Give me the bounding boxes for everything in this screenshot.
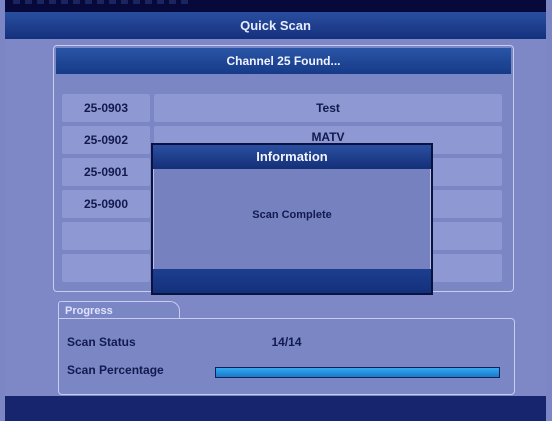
dialog-message: Scan Complete: [252, 209, 332, 221]
scan-status-value: 14/14: [271, 335, 302, 349]
top-dash-decoration: [13, 0, 193, 4]
screen-frame: Quick Scan Channel 25 Found... 25-0903 T…: [5, 0, 546, 421]
progress-panel: Scan Status 14/14 Scan Percentage: [58, 318, 515, 395]
scan-percentage-label: Scan Percentage: [67, 363, 164, 377]
scan-progress-fill: [216, 368, 499, 377]
channel-found-header: Channel 25 Found...: [56, 48, 511, 74]
dialog-footer: [153, 269, 431, 293]
channel-id: 25-0901: [62, 158, 150, 186]
dialog-title: Information: [153, 145, 431, 169]
channel-id: 25-0902: [62, 126, 150, 154]
channel-id: 25-0900: [62, 190, 150, 218]
channel-id: [62, 222, 150, 250]
information-dialog[interactable]: Information Scan Complete: [151, 143, 433, 295]
channel-id: [62, 254, 150, 282]
top-strip: [5, 0, 546, 12]
channel-row[interactable]: 25-0903 Test: [62, 94, 502, 122]
window-title: Quick Scan: [5, 12, 546, 39]
bottom-bar: [5, 396, 546, 421]
channel-name: Test: [154, 94, 502, 122]
scan-progress-bar: [215, 367, 500, 378]
channel-id: 25-0903: [62, 94, 150, 122]
progress-tab: Progress: [58, 301, 180, 319]
